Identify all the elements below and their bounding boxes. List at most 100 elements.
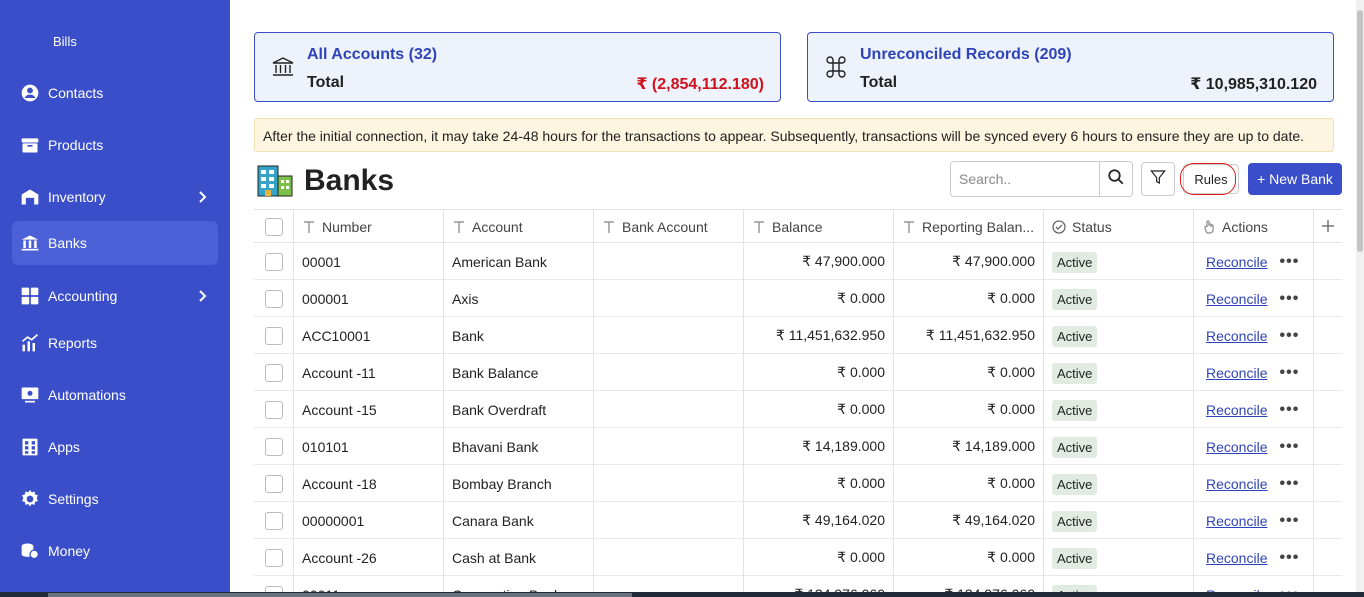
row-checkbox[interactable]: [265, 363, 283, 382]
spacer-cell: [1314, 354, 1342, 391]
bank-account-cell: [594, 502, 744, 539]
actions-cell: Reconcile •••: [1194, 280, 1314, 317]
sidebar-item-automations[interactable]: Automations: [12, 373, 218, 417]
new-bank-button[interactable]: + New Bank: [1248, 163, 1342, 195]
more-options-icon[interactable]: •••: [1279, 512, 1299, 528]
table-row[interactable]: 00001 American Bank ₹ 47,900.000 ₹ 47,900.0…: [254, 243, 1342, 280]
unreconciled-records-card[interactable]: Unreconciled Records (209) Total ₹ 10,98…: [807, 32, 1334, 102]
add-column-button[interactable]: [1314, 210, 1342, 244]
vertical-scrollbar-thumb[interactable]: [1357, 10, 1363, 252]
reconcile-link[interactable]: Reconcile: [1206, 439, 1267, 455]
more-options-icon[interactable]: •••: [1279, 549, 1299, 565]
bank-icon: [271, 55, 295, 79]
command-icon: [824, 55, 848, 79]
search-button[interactable]: [1099, 161, 1133, 197]
column-header-account[interactable]: Account: [444, 210, 594, 244]
table-row[interactable]: 000001 Axis ₹ 0.000 ₹ 0.000 Active Reconcile •…: [254, 280, 1342, 317]
reporting-cell: ₹ 49,164.020: [894, 502, 1044, 539]
search-input[interactable]: [950, 161, 1100, 197]
text-type-icon: [452, 220, 466, 234]
column-header-reporting-balance[interactable]: Reporting Balan...: [894, 210, 1044, 244]
sidebar-item-inventory[interactable]: Inventory: [12, 175, 218, 219]
more-options-icon[interactable]: •••: [1279, 253, 1299, 269]
apps-grid-icon: [20, 437, 40, 457]
reconcile-link[interactable]: Reconcile: [1206, 550, 1267, 566]
text-type-icon: [902, 220, 916, 234]
table-row[interactable]: Account -18 Bombay Branch ₹ 0.000 ₹ 0.000 Ac…: [254, 465, 1342, 502]
more-options-icon[interactable]: •••: [1279, 364, 1299, 380]
reconcile-link[interactable]: Reconcile: [1206, 365, 1267, 381]
status-badge: Active: [1052, 400, 1098, 421]
number-cell: Account -15: [294, 391, 444, 428]
horizontal-scrollbar-thumb[interactable]: [48, 593, 632, 597]
sidebar-item-banks[interactable]: Banks: [12, 221, 218, 265]
row-checkbox[interactable]: [265, 326, 283, 345]
reconcile-link[interactable]: Reconcile: [1206, 328, 1267, 344]
sync-notice: After the initial connection, it may tak…: [254, 118, 1334, 152]
more-options-icon[interactable]: •••: [1279, 438, 1299, 454]
balance-cell: ₹ 0.000: [744, 354, 894, 391]
sidebar-item-contacts[interactable]: Contacts: [12, 71, 218, 115]
row-checkbox[interactable]: [265, 437, 283, 456]
sidebar-item-accounting[interactable]: Accounting: [12, 274, 218, 318]
account-cell: Bombay Branch: [444, 465, 594, 502]
reconcile-link[interactable]: Reconcile: [1206, 402, 1267, 418]
reporting-cell: ₹ 11,451,632.950: [894, 317, 1044, 354]
more-options-icon[interactable]: •••: [1279, 290, 1299, 306]
column-header-number[interactable]: Number: [294, 210, 444, 244]
reconcile-link[interactable]: Reconcile: [1206, 513, 1267, 529]
actions-cell: Reconcile •••: [1194, 391, 1314, 428]
unreconciled-records-title[interactable]: Unreconciled Records (209): [860, 46, 1072, 64]
number-cell: 00000001: [294, 502, 444, 539]
row-checkbox[interactable]: [265, 474, 283, 493]
table-row[interactable]: ACC10001 Bank ₹ 11,451,632.950 ₹ 11,451,632…: [254, 317, 1342, 354]
row-checkbox[interactable]: [265, 289, 283, 308]
account-cell: Bhavani Bank: [444, 428, 594, 465]
table-row[interactable]: Account -11 Bank Balance ₹ 0.000 ₹ 0.000 Act…: [254, 354, 1342, 391]
table-header: Number Account Bank Account Balance Repo…: [254, 209, 1342, 244]
table-row[interactable]: 010101 Bhavani Bank ₹ 14,189.000 ₹ 14,189.0…: [254, 428, 1342, 465]
sidebar-item-settings[interactable]: Settings: [12, 477, 218, 521]
filter-button[interactable]: [1141, 162, 1175, 196]
table-row[interactable]: 00000001 Canara Bank ₹ 49,164.020 ₹ 49,164.…: [254, 502, 1342, 539]
row-checkbox[interactable]: [265, 511, 283, 530]
number-cell: Account -11: [294, 354, 444, 391]
column-header-bank-account[interactable]: Bank Account: [594, 210, 744, 244]
rules-button[interactable]: Rules: [1183, 164, 1239, 194]
status-badge: Active: [1052, 437, 1098, 458]
row-checkbox[interactable]: [265, 400, 283, 419]
sidebar-subitem-bills[interactable]: Bills: [53, 34, 77, 49]
column-header-status[interactable]: Status: [1044, 210, 1194, 244]
table-row[interactable]: Account -26 Cash at Bank ₹ 0.000 ₹ 0.000 Act…: [254, 539, 1342, 576]
all-accounts-card[interactable]: All Accounts (32) Total ₹ (2,854,112.180…: [254, 32, 781, 102]
table-row[interactable]: Account -15 Bank Overdraft ₹ 0.000 ₹ 0.000 A…: [254, 391, 1342, 428]
page-title: Banks: [304, 164, 395, 197]
sidebar-item-apps[interactable]: Apps: [12, 425, 218, 469]
row-select-cell: [254, 243, 294, 280]
row-select-cell: [254, 317, 294, 354]
reconcile-link[interactable]: Reconcile: [1206, 291, 1267, 307]
reconcile-link[interactable]: Reconcile: [1206, 254, 1267, 270]
sidebar-item-reports[interactable]: Reports: [12, 321, 218, 365]
spacer-cell: [1314, 539, 1342, 576]
account-cell: Bank Balance: [444, 354, 594, 391]
number-cell: 00001: [294, 243, 444, 280]
more-options-icon[interactable]: •••: [1279, 475, 1299, 491]
row-select-cell: [254, 391, 294, 428]
sidebar-item-money[interactable]: Money: [12, 529, 218, 573]
more-options-icon[interactable]: •••: [1279, 401, 1299, 417]
column-header-actions[interactable]: Actions: [1194, 210, 1314, 244]
select-all-checkbox[interactable]: [265, 218, 283, 236]
status-cell: Active: [1044, 317, 1194, 354]
column-header-balance[interactable]: Balance: [744, 210, 894, 244]
reconcile-link[interactable]: Reconcile: [1206, 476, 1267, 492]
row-checkbox[interactable]: [265, 548, 283, 567]
status-badge: Active: [1052, 511, 1098, 532]
reporting-cell: ₹ 0.000: [894, 539, 1044, 576]
status-badge: Active: [1052, 363, 1098, 384]
chevron-right-icon: [194, 189, 210, 205]
sidebar-item-products[interactable]: Products: [12, 123, 218, 167]
all-accounts-title[interactable]: All Accounts (32): [307, 46, 437, 64]
row-checkbox[interactable]: [265, 252, 283, 271]
more-options-icon[interactable]: •••: [1279, 327, 1299, 343]
